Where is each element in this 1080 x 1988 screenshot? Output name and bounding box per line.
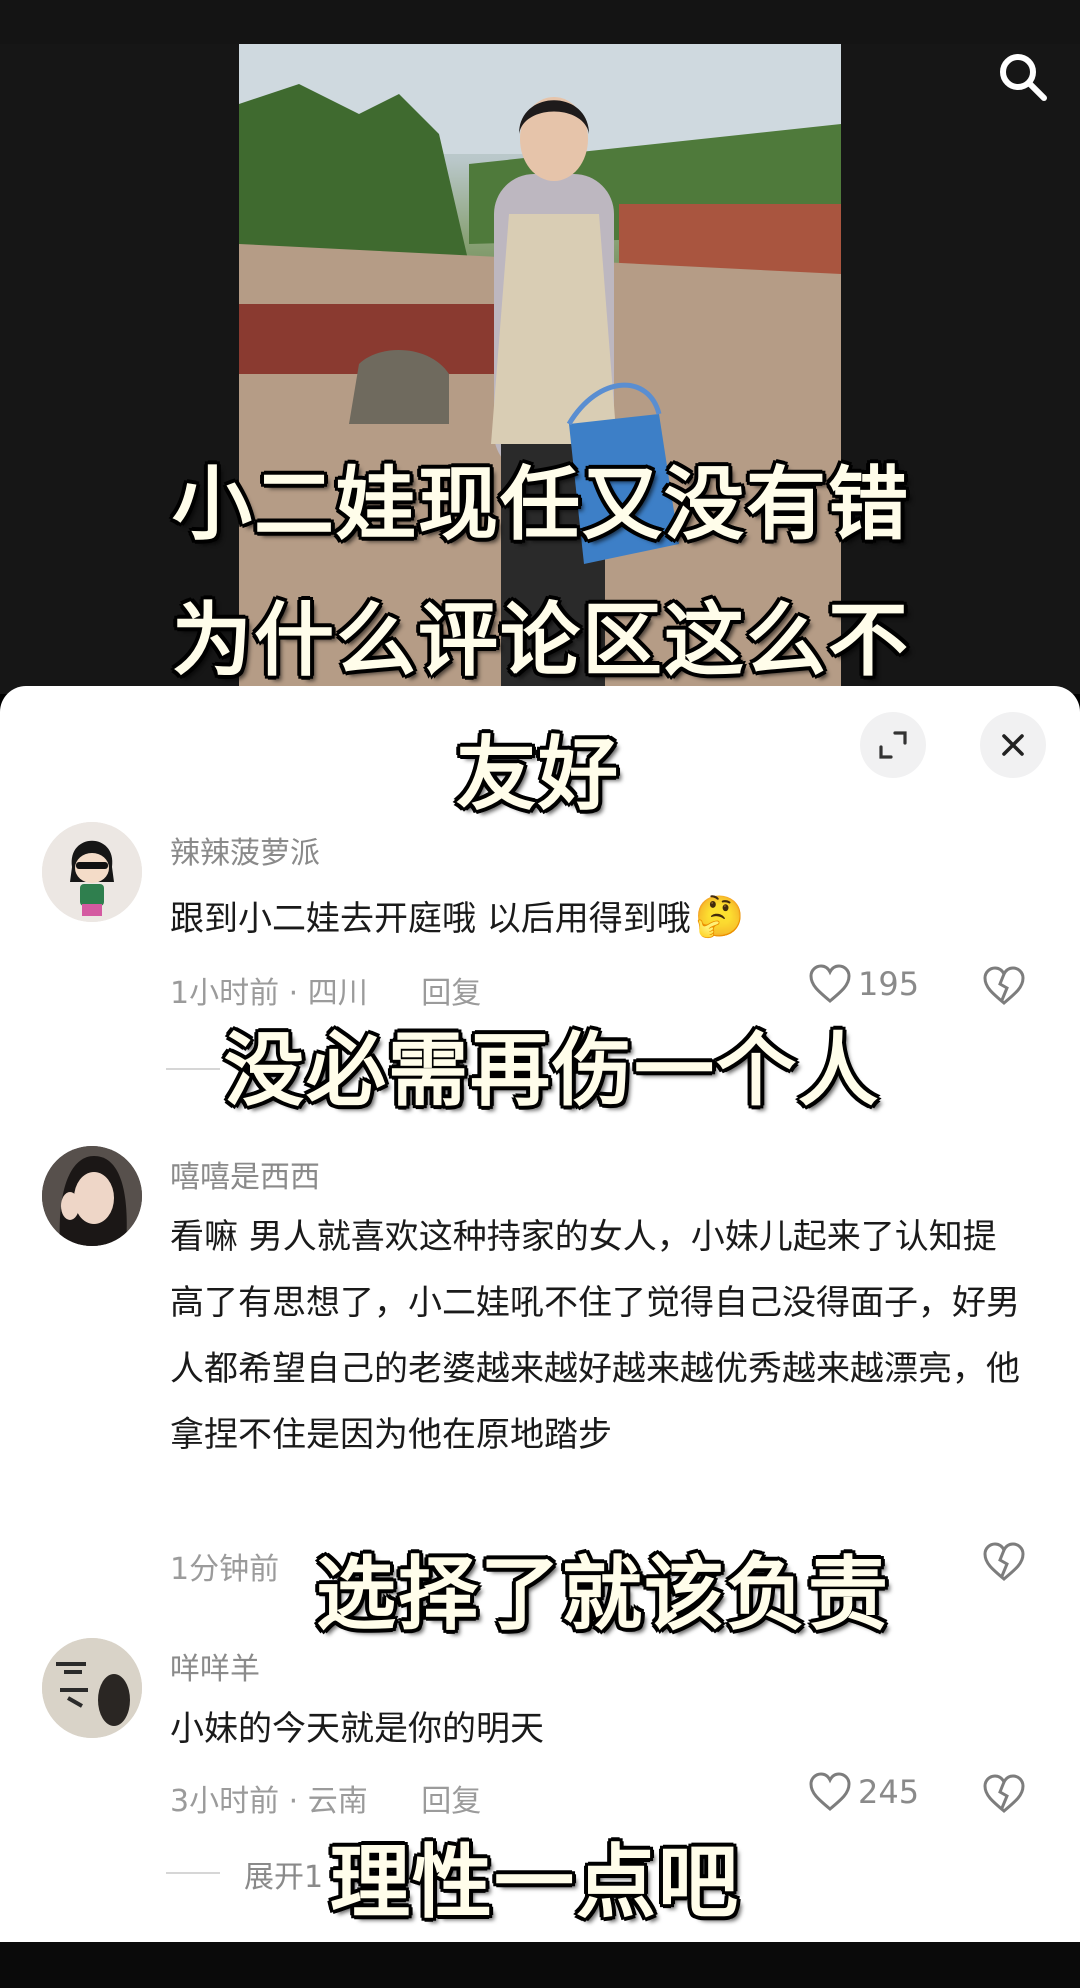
heart-icon (809, 964, 851, 1003)
like-button[interactable]: 195 (808, 964, 919, 1004)
avatar[interactable] (42, 1638, 142, 1738)
comment-text: 看嘛 男人就喜欢这种持家的女人，小妹儿起来了认知提高了有思想了，小二娃吼不住了觉… (170, 1217, 1020, 1455)
dislike-icon[interactable] (982, 1774, 1026, 1814)
caption-line-6: 理性一点吧 (330, 1836, 740, 1929)
thinking-emoji: 🤔 (694, 894, 745, 940)
comment-username[interactable]: 辣辣菠萝派 (170, 828, 320, 872)
comment-time: 3小时前 (170, 1784, 280, 1819)
reply-button[interactable]: 回复 (421, 1784, 481, 1819)
divider-line (166, 1872, 220, 1874)
caption-line-2: 为什么评论区这么不 (172, 594, 910, 687)
comment-text: 跟到小二娃去开庭哦 以后用得到哦 🤔 (170, 884, 1030, 952)
avatar-image (42, 822, 142, 922)
caption-line-5: 选择了就该负责 (316, 1548, 890, 1641)
comment-meta: 3小时前 · 云南 回复 (170, 1776, 481, 1820)
dislike-icon[interactable] (982, 966, 1026, 1006)
comment-text: 小妹的今天就是你的明天 (170, 1709, 544, 1749)
comment-username[interactable]: 嘻嘻是西西 (170, 1152, 320, 1196)
heart-icon (809, 1772, 851, 1811)
status-bar (0, 0, 1080, 44)
bottom-bar (0, 1942, 1080, 1988)
comment-time: 1分钟前 (170, 1552, 280, 1587)
expand-button[interactable] (860, 712, 926, 778)
expand-icon (879, 731, 907, 759)
comment-meta: 1分钟前 (170, 1544, 279, 1588)
like-count: 245 (858, 1773, 920, 1811)
comment-username[interactable]: 咩咩羊 (170, 1644, 260, 1688)
comment-location: 云南 (307, 1784, 368, 1819)
avatar-image (42, 1638, 142, 1738)
dislike-icon[interactable] (982, 1542, 1026, 1582)
comment-text-body: 跟到小二娃去开庭哦 以后用得到哦 (170, 899, 691, 939)
caption-line-1: 小二娃现任又没有错 (172, 458, 910, 551)
search-icon[interactable] (992, 48, 1052, 108)
caption-line-4: 没必需再伤一个人 (224, 1024, 880, 1117)
close-button[interactable] (980, 712, 1046, 778)
avatar-image (42, 1146, 142, 1246)
caption-line-3: 友好 (456, 728, 620, 821)
like-count: 195 (858, 965, 920, 1003)
divider-line (166, 1068, 220, 1070)
like-button[interactable]: 245 (808, 1772, 919, 1812)
comment-sheet: 辣辣菠萝派 跟到小二娃去开庭哦 以后用得到哦 🤔 1小时前 · 四川 回复 195 (0, 686, 1080, 1942)
avatar[interactable] (42, 822, 142, 922)
avatar[interactable] (42, 1146, 142, 1246)
close-icon (1002, 734, 1024, 756)
meta-separator: · (288, 1784, 308, 1819)
expand-replies-button[interactable]: 展开1 (244, 1852, 323, 1896)
